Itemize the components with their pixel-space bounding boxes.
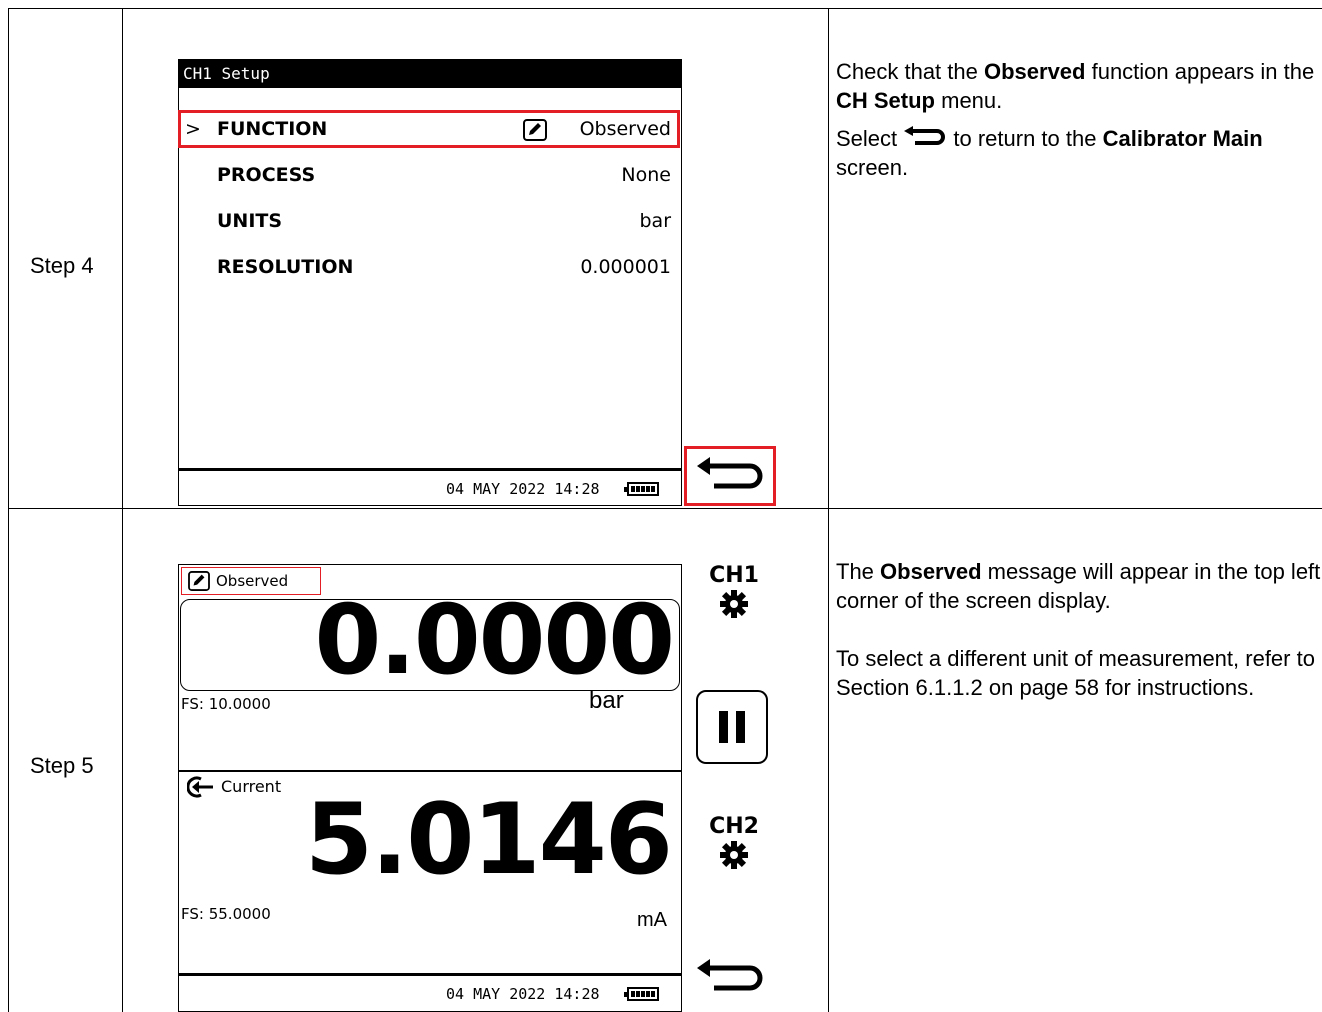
battery-icon bbox=[624, 987, 659, 1001]
ch2-full-scale: FS: 55.0000 bbox=[181, 905, 271, 923]
battery-icon bbox=[624, 482, 659, 496]
step-4-description: Check that the Observed function appears… bbox=[836, 59, 1315, 180]
step-4-label: Step 4 bbox=[30, 253, 94, 278]
return-arrow-icon bbox=[904, 126, 946, 145]
status-datetime: 04 MAY 2022 14:28 bbox=[446, 985, 600, 1003]
return-arrow-icon[interactable] bbox=[694, 456, 766, 496]
menu-value: 0.000001 bbox=[580, 256, 671, 278]
calibrator-main-screen: Observed 0.0000 FS: 10.0000 bar Current … bbox=[178, 564, 682, 1012]
menu-value: None bbox=[621, 164, 671, 186]
table-left-border bbox=[8, 8, 9, 1012]
menu-row-resolution[interactable]: RESOLUTION 0.000001 bbox=[179, 249, 681, 285]
ch2-settings-button[interactable]: CH2 bbox=[700, 815, 768, 875]
menu-value: bar bbox=[639, 210, 671, 232]
ch1-button-label: CH1 bbox=[709, 563, 759, 588]
ch1-settings-button[interactable]: CH1 bbox=[700, 564, 768, 624]
function-highlight-box bbox=[178, 110, 680, 148]
menu-label: UNITS bbox=[217, 210, 283, 232]
status-bar: 04 MAY 2022 14:28 bbox=[179, 973, 681, 1011]
ch2-value: 5.0146 bbox=[304, 783, 673, 897]
return-arrow-icon[interactable] bbox=[694, 958, 766, 998]
ch2-button-label: CH2 bbox=[709, 814, 759, 839]
observed-tag: Observed bbox=[181, 567, 321, 595]
row-divider bbox=[8, 508, 1322, 509]
ch1-full-scale: FS: 10.0000 bbox=[181, 695, 271, 713]
gear-icon bbox=[720, 590, 748, 618]
menu-label: RESOLUTION bbox=[217, 256, 354, 278]
ch1-value: 0.0000 bbox=[314, 584, 675, 696]
col-divider-1 bbox=[122, 8, 123, 1012]
menu-label: PROCESS bbox=[217, 164, 316, 186]
step-5-label: Step 5 bbox=[30, 753, 94, 778]
table-top-border bbox=[8, 8, 1322, 9]
pause-icon bbox=[719, 711, 747, 743]
menu-row-units[interactable]: UNITS bar bbox=[179, 203, 681, 239]
menu-row-process[interactable]: PROCESS None bbox=[179, 157, 681, 193]
ch2-unit: mA bbox=[637, 909, 667, 931]
status-bar: 04 MAY 2022 14:28 bbox=[179, 468, 681, 505]
step-5-description: The Observed message will appear in the … bbox=[836, 559, 1321, 700]
col-divider-2 bbox=[828, 8, 829, 1012]
ch1-unit: bar bbox=[589, 687, 624, 714]
pause-button[interactable] bbox=[696, 690, 768, 764]
ch2-label: Current bbox=[221, 777, 282, 796]
channel-divider bbox=[179, 770, 681, 772]
screen-title: CH1 Setup bbox=[179, 60, 681, 88]
edit-pencil-icon bbox=[188, 571, 210, 591]
current-input-icon bbox=[187, 776, 213, 798]
observed-label: Observed bbox=[216, 572, 289, 590]
ch1-value-box[interactable]: 0.0000 bbox=[180, 584, 680, 696]
status-datetime: 04 MAY 2022 14:28 bbox=[446, 480, 600, 498]
gear-icon bbox=[720, 841, 748, 869]
